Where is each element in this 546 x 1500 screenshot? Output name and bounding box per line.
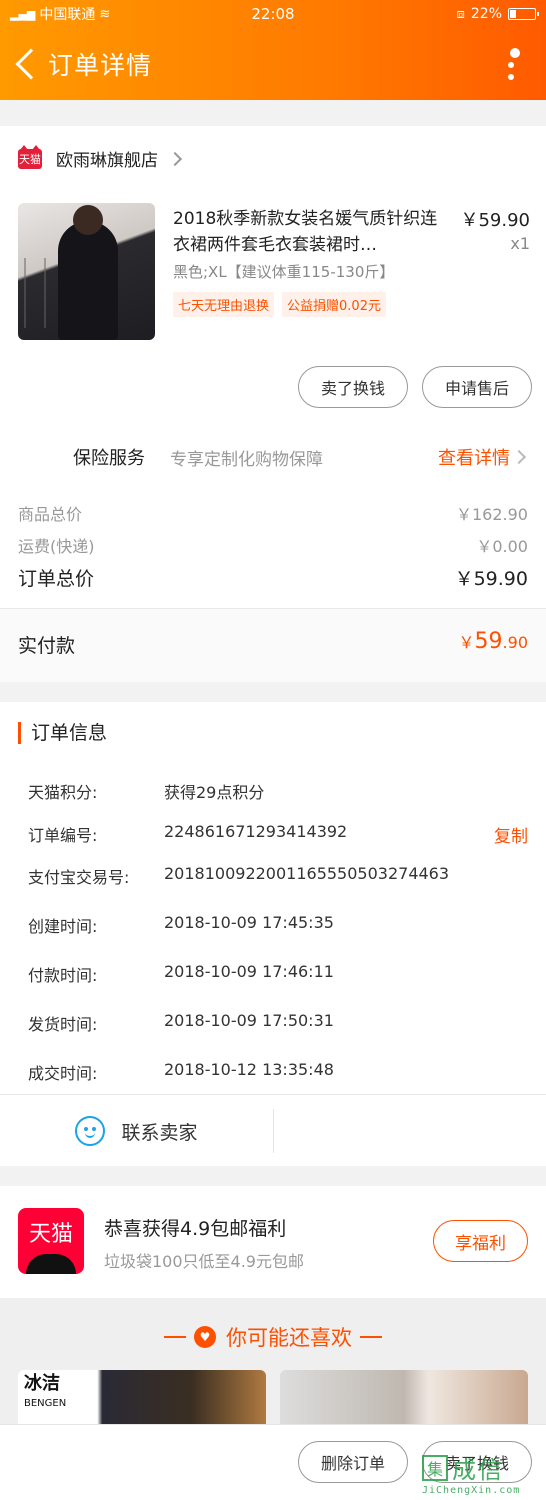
- contact-seller-button[interactable]: 联系卖家: [0, 1095, 273, 1167]
- heart-icon: ♥: [194, 1326, 216, 1348]
- info-key: 成交时间:: [28, 1064, 98, 1083]
- insurance-label: 保险服务: [73, 448, 145, 469]
- info-key: 创建时间:: [28, 917, 98, 936]
- watermark: 集 成信 JiChengXin.com: [422, 1454, 521, 1496]
- chevron-right-icon: [167, 151, 183, 166]
- product-image[interactable]: [18, 203, 155, 340]
- vibrate-icon: ⧈: [456, 6, 465, 22]
- copy-button[interactable]: 复制: [494, 822, 528, 847]
- info-key: 天猫积分:: [28, 783, 98, 802]
- tmall-logo: 天猫: [18, 1208, 84, 1274]
- info-value: 224861671293414392: [164, 822, 348, 841]
- shipping-row: 运费(快递) ￥0.00: [18, 533, 528, 557]
- tmall-badge: 天猫: [18, 144, 42, 169]
- info-key: 支付宝交易号:: [28, 868, 130, 887]
- info-value: 获得29点积分: [164, 783, 265, 802]
- brand-logo: 冰洁 BENGEN: [24, 1373, 67, 1410]
- delete-order-button[interactable]: 删除订单: [298, 1441, 408, 1483]
- shipping-value: ￥0.00: [476, 537, 528, 556]
- order-total-value: ￥59.90: [454, 568, 528, 590]
- goods-total-value: ￥162.90: [456, 505, 528, 524]
- app-header: ▂▄▆ 中国联通 ≋ 22:08 ⧈ 22% 订单详情: [0, 0, 546, 100]
- battery-percent: 22%: [470, 6, 502, 22]
- after-sale-button[interactable]: 申请售后: [422, 366, 532, 408]
- paid-amount-row: 实付款 ￥59.90: [0, 608, 546, 682]
- recommend-item-image[interactable]: 冰洁 BENGEN: [18, 1370, 266, 1426]
- sell-exchange-button[interactable]: 卖了换钱: [298, 366, 408, 408]
- info-value: 2018-10-09 17:45:35: [164, 913, 334, 932]
- arrow-line-left: [164, 1336, 186, 1338]
- promo-subtitle: 垃圾袋100只低至4.9元包邮: [104, 1252, 304, 1271]
- info-value: 2018-10-12 13:35:48: [164, 1060, 334, 1079]
- contact-bar: 联系卖家: [0, 1094, 546, 1166]
- order-info-title: 订单信息: [18, 722, 107, 744]
- info-value: 2018-10-09 17:46:11: [164, 962, 334, 981]
- chevron-right-icon: [511, 449, 527, 465]
- recommend-section: ♥ 你可能还喜欢 冰洁 BENGEN: [0, 1298, 546, 1426]
- nav-bar: 订单详情: [0, 28, 546, 100]
- info-key: 订单编号:: [28, 826, 98, 845]
- more-icon[interactable]: [504, 42, 522, 82]
- battery-icon: [508, 8, 539, 20]
- product-title[interactable]: 2018秋季新款女装名媛气质针织连衣裙两件套毛衣套装裙时…: [173, 206, 448, 258]
- recommend-item-image[interactable]: [280, 1370, 528, 1426]
- shipping-label: 运费(快递): [18, 537, 95, 556]
- tag-charity: 公益捐赠0.02元: [282, 292, 386, 317]
- promo-card: 天猫 恭喜获得4.9包邮福利 垃圾袋100只低至4.9元包邮 享福利: [0, 1186, 546, 1298]
- product-spec: 黑色;XL【建议体重115-130斤】: [173, 263, 395, 281]
- order-product-card: 天猫 欧雨琳旗舰店 2018秋季新款女装名媛气质针织连衣裙两件套毛衣套装裙时… …: [0, 126, 546, 608]
- paid-value: ￥59.90: [458, 629, 528, 654]
- chat-icon: [75, 1116, 106, 1146]
- order-info-card: 订单信息 天猫积分: 获得29点积分 订单编号: 224861671293414…: [0, 702, 546, 1166]
- tag-return: 七天无理由退换: [173, 292, 275, 317]
- shop-name: 欧雨琳旗舰店: [56, 151, 158, 171]
- goods-total-row: 商品总价 ￥162.90: [18, 501, 528, 525]
- insurance-details-link[interactable]: 查看详情: [438, 444, 510, 470]
- page-title: 订单详情: [48, 51, 153, 80]
- recommend-title-row: ♥ 你可能还喜欢: [0, 1322, 546, 1352]
- product-tags: 七天无理由退换 公益捐赠0.02元: [173, 292, 386, 317]
- status-bar: ▂▄▆ 中国联通 ≋ 22:08 ⧈ 22%: [0, 0, 546, 28]
- shop-row[interactable]: 天猫 欧雨琳旗舰店: [18, 144, 183, 171]
- contact-seller-label: 联系卖家: [121, 1121, 198, 1144]
- divider: [273, 1109, 274, 1153]
- product-quantity: x1: [510, 234, 530, 253]
- info-value: 2018100922001165550503274463: [164, 864, 450, 883]
- back-icon[interactable]: [15, 48, 47, 80]
- order-total-label: 订单总价: [18, 568, 95, 590]
- goods-total-label: 商品总价: [18, 505, 83, 524]
- insurance-row[interactable]: 保险服务 专享定制化购物保障 查看详情: [0, 442, 546, 472]
- arrow-line-right: [360, 1336, 382, 1338]
- bottom-action-bar: 删除订单 卖了换钱 集 成信 JiChengXin.com: [0, 1424, 546, 1500]
- paid-label: 实付款: [18, 635, 76, 657]
- promo-title: 恭喜获得4.9包邮福利: [104, 1218, 287, 1240]
- recommend-title: 你可能还喜欢: [226, 1326, 352, 1350]
- info-value: 2018-10-09 17:50:31: [164, 1011, 334, 1030]
- product-price: ￥59.90: [460, 210, 530, 231]
- info-key: 发货时间:: [28, 1015, 98, 1034]
- insurance-desc: 专享定制化购物保障: [170, 449, 323, 470]
- info-key: 付款时间:: [28, 966, 98, 985]
- claim-benefit-button[interactable]: 享福利: [433, 1220, 528, 1262]
- order-total-row: 订单总价 ￥59.90: [18, 564, 528, 591]
